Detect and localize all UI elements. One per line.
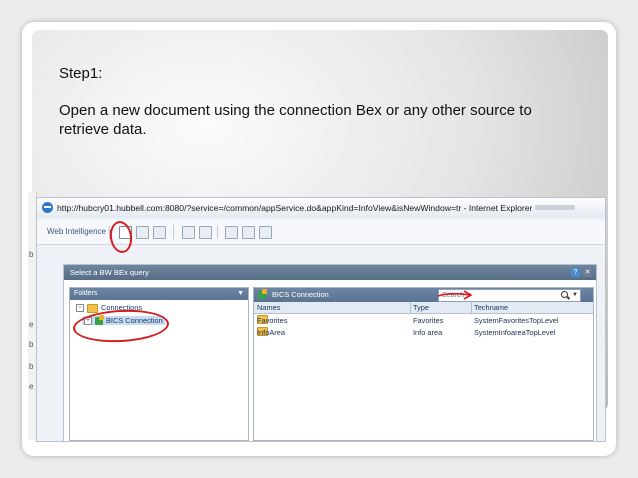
help-icon[interactable]: ?: [571, 268, 580, 277]
properties-icon[interactable]: [225, 226, 238, 239]
annotation-arrow-icon: [437, 290, 473, 300]
close-icon[interactable]: ✕: [583, 268, 592, 277]
folders-header-label: Folders: [74, 290, 98, 297]
row-name: Favorites: [257, 316, 288, 325]
grid-header: Names Type Techname: [254, 302, 593, 314]
app-menu[interactable]: Web Intelligence ▾: [47, 227, 112, 236]
row-type: Info area: [413, 328, 443, 337]
save-icon[interactable]: [153, 226, 166, 239]
column-header-names[interactable]: Names: [257, 302, 280, 313]
column-header-techname[interactable]: Techname: [474, 302, 508, 313]
find-icon[interactable]: [199, 226, 212, 239]
dialog-header: Select a BW BEx query ? ✕: [64, 265, 596, 280]
print-icon[interactable]: [182, 226, 195, 239]
export-icon[interactable]: [242, 226, 255, 239]
toolbar-separator: [217, 225, 218, 239]
content-pane-header: BICS Connection Search ▼: [254, 288, 593, 302]
chevron-down-icon[interactable]: ▼: [237, 288, 244, 300]
title-bar-blurred-text: [535, 205, 575, 210]
folders-pane: Folders ▼ − Connections + BICS Connection: [69, 287, 249, 441]
search-icon[interactable]: [561, 291, 568, 298]
column-divider[interactable]: [410, 302, 411, 313]
step-instruction: Open a new document using the connection…: [59, 102, 532, 138]
folder-icon: [87, 303, 98, 313]
column-divider[interactable]: [471, 302, 472, 313]
browser-title: http://hubcry01.hubbell.com:8080/?servic…: [57, 203, 533, 213]
content-pane-title: BICS Connection: [272, 290, 329, 299]
table-row[interactable]: Favorites Favorites SystemFavoritesTopLe…: [254, 315, 593, 326]
refresh-icon[interactable]: [259, 226, 272, 239]
table-row[interactable]: InfoArea Info area SystemInfoareaTopLeve…: [254, 327, 593, 338]
row-techname: SystemFavoritesTopLevel: [474, 316, 559, 325]
step-label: Step1:: [59, 65, 103, 82]
toolbar-separator: [173, 225, 174, 239]
column-header-type[interactable]: Type: [413, 302, 429, 313]
bex-query-dialog: Select a BW BEx query ? ✕ Folders ▼ − Con…: [63, 264, 597, 441]
internet-explorer-icon: [42, 202, 53, 213]
row-name: InfoArea: [257, 328, 285, 337]
row-techname: SystemInfoareaTopLevel: [474, 328, 556, 337]
folders-pane-header: Folders ▼: [70, 288, 248, 300]
dialog-title: Select a BW BEx query: [70, 268, 149, 277]
bics-connection-icon: [258, 289, 267, 299]
chevron-down-icon[interactable]: ▼: [572, 290, 578, 301]
collapse-icon[interactable]: −: [76, 304, 84, 313]
row-type: Favorites: [413, 316, 444, 325]
content-pane: BICS Connection Search ▼ Names Type Tech…: [253, 287, 594, 441]
browser-title-bar: http://hubcry01.hubbell.com:8080/?servic…: [37, 198, 605, 218]
slide-text: Step1: Open a new document using the con…: [59, 64, 579, 157]
open-folder-icon[interactable]: [136, 226, 149, 239]
